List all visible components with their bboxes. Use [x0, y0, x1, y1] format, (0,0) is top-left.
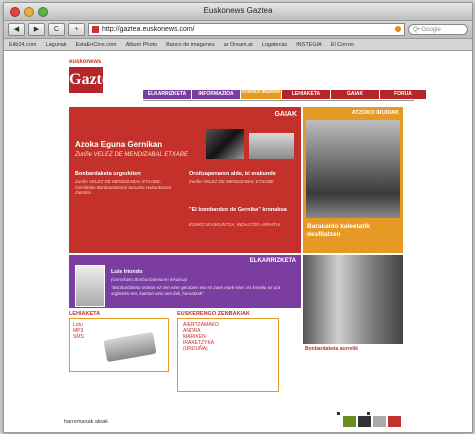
gaiak-photo-1[interactable] — [206, 129, 244, 159]
partner-logo[interactable] — [343, 416, 356, 427]
interview-quote: "Bonbardaketa ostean ez zen ezer geratze… — [111, 285, 281, 296]
page-content: euskonews Gaztea ELKARRIZKETA INFORMAZIO… — [4, 51, 472, 432]
browser-toolbar: ◀ ▶ C + http://gaztea.euskonews.com/ Q• … — [4, 21, 472, 39]
elkarrizketa-panel: ELKARRIZKETA Luis Iriondo (Gernikako Bon… — [69, 255, 301, 308]
euskera-link[interactable]: (URDUÑA) — [183, 346, 219, 352]
reload-button[interactable]: C — [48, 23, 65, 36]
street-photo[interactable] — [303, 255, 403, 344]
street-photo-caption[interactable]: Bonbardaketa aurretik — [305, 346, 358, 352]
add-bookmark-button[interactable]: + — [68, 23, 85, 36]
site-container: euskonews Gaztea ELKARRIZKETA INFORMAZIO… — [59, 56, 426, 427]
interviewee-role: (Gernikako Bonbardaketaren lekukoa) — [111, 277, 188, 282]
bookmark-item[interactable]: El Correo — [331, 42, 354, 48]
main-nav: ELKARRIZKETA INFORMAZIOA ATZOKO IRUDIAK … — [143, 89, 426, 99]
bookmarks-bar: Eitb24.com Lagunak EstaEnCine.com Album … — [4, 39, 472, 51]
gaiak-panel: GAIAK Azoka Eguna Gernikan Zuriñe VELEZ … — [69, 107, 301, 253]
gaiak-title[interactable]: Azoka Eguna Gernikan — [75, 140, 162, 149]
title-bar: Euskonews Gaztea — [4, 3, 472, 21]
browser-window: Euskonews Gaztea ◀ ▶ C + http://gaztea.e… — [3, 2, 473, 433]
gaiak-author: Zuriñe VELEZ DE MENDIZABAL ETXABE — [75, 152, 188, 158]
url-text: http://gaztea.euskonews.com/ — [102, 26, 195, 33]
lehiaketa-links: Lotu MP3 SMS — [73, 322, 84, 340]
gaiak-photo-2[interactable] — [249, 133, 294, 159]
article-1-title[interactable]: Bonbardaketa urgezkiten — [75, 171, 141, 177]
window-title: Euskonews Gaztea — [203, 6, 273, 15]
nav-elkarrizketa[interactable]: ELKARRIZKETA — [143, 90, 191, 99]
footer-dot — [337, 412, 340, 415]
interviewee-photo[interactable] — [75, 265, 105, 307]
forward-button[interactable]: ▶ — [28, 23, 45, 36]
footer-dot — [367, 412, 370, 415]
nav-informazioa[interactable]: INFORMAZIOA — [192, 90, 240, 99]
atzoko-photo[interactable] — [306, 120, 400, 218]
euskera-links: AIERTZAMAKO ANDRA MARIKEN IRAKETZYKA (UR… — [183, 322, 219, 352]
gaiak-header: GAIAK — [274, 111, 297, 118]
nav-divider — [143, 100, 414, 101]
elkarrizketa-header: ELKARRIZKETA — [249, 258, 296, 264]
atzoko-panel: ATZOKO IRUDIAK Barakaldo kaleetatik desf… — [303, 107, 403, 253]
bookmark-item[interactable]: Album Photo — [126, 42, 158, 48]
nav-forua[interactable]: FORUA — [380, 90, 426, 99]
bookmark-item[interactable]: Logatecas — [262, 42, 287, 48]
article-2-text: Zuriñe VELEZ DE MENDIZABAL ETXABE — [189, 179, 274, 184]
nav-gaiak[interactable]: GAIAK — [331, 90, 379, 99]
bookmark-item[interactable]: INSTEGIA — [296, 42, 322, 48]
partner-logo[interactable] — [373, 416, 386, 427]
atzoko-caption[interactable]: Barakaldo kaleetatik desfilatzen — [307, 223, 403, 239]
back-button[interactable]: ◀ — [8, 23, 25, 36]
search-input[interactable]: Q• Google — [408, 24, 468, 35]
interviewee-name[interactable]: Luis Iriondo — [111, 269, 142, 275]
logo-main-text: Gaztea — [69, 67, 117, 93]
bookmark-item[interactable]: Eitb24.com — [9, 42, 37, 48]
site-logo[interactable]: euskonews Gaztea — [69, 59, 117, 103]
address-bar[interactable]: http://gaztea.euskonews.com/ — [88, 23, 405, 36]
nav-lehiaketa[interactable]: LEHIAKETA — [282, 90, 330, 99]
article-3-title[interactable]: "El bombardeo de Gernika" kronakoa — [189, 207, 294, 213]
bookmark-item[interactable]: ar Dream.at — [224, 42, 253, 48]
partner-logo[interactable] — [388, 416, 401, 427]
article-3-text: EUSKO IKASKUNTZA, INDALTZIG ARRATIA — [189, 222, 281, 227]
rss-icon[interactable] — [395, 26, 401, 32]
bookmark-item[interactable]: Lagunak — [46, 42, 67, 48]
article-2-title[interactable]: Oroitzapenaren alde, bi erakunde — [189, 171, 276, 177]
article-1-text: Zuriñe VELEZ DE MENDIZABAL ETXABE, Gerni… — [75, 179, 172, 195]
footer-links[interactable]: harremanak aleak — [64, 419, 108, 425]
logo-top-text: euskonews — [69, 59, 102, 65]
bookmark-item[interactable]: EstaEnCine.com — [76, 42, 117, 48]
nav-atzoko-irudiak[interactable]: ATZOKO IRUDIAK — [241, 89, 281, 99]
lehiaketa-link[interactable]: SMS — [73, 334, 84, 340]
favicon-icon — [92, 26, 99, 33]
partner-logo[interactable] — [358, 416, 371, 427]
bookmark-item[interactable]: Banco de imagenes — [166, 42, 215, 48]
euskera-label: EUSKERENGO ZENBAKIAK — [177, 311, 251, 317]
atzoko-header: ATZOKO IRUDIAK — [303, 107, 403, 119]
lehiaketa-label: LEHIAKETA — [69, 311, 101, 317]
